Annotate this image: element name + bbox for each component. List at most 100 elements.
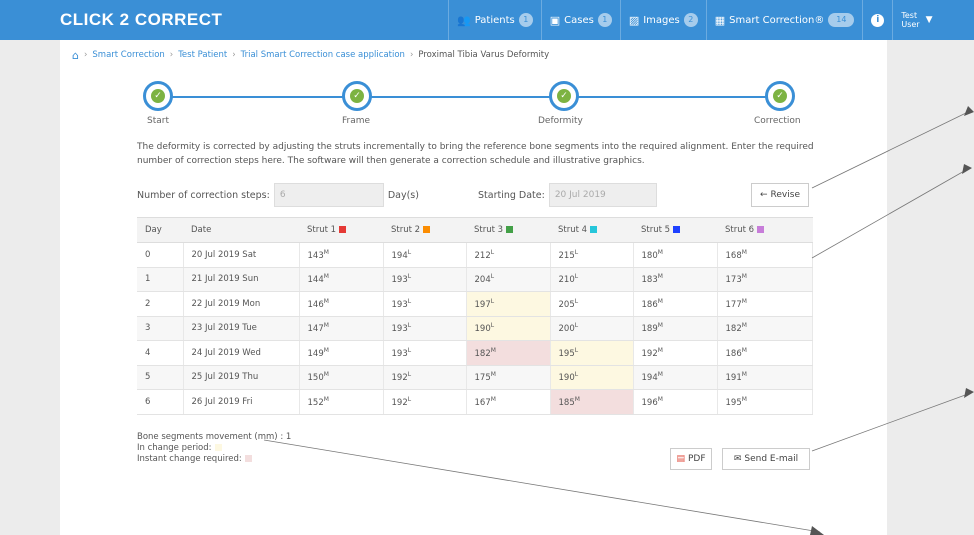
table-cell: 2 <box>137 291 184 317</box>
table-cell: 167M <box>466 389 551 415</box>
nav-patients[interactable]: 👥 Patients 1 <box>448 0 541 40</box>
revise-button[interactable]: ← Revise <box>751 183 809 207</box>
table-cell: 144M <box>299 267 384 292</box>
arrowhead-icon <box>964 388 974 398</box>
table-row: 6 26 Jul 2019 Fri 152M 192L 167M 185M 196M 195M <box>137 389 813 415</box>
legend-instant-change-label: Instant change required: <box>137 454 242 464</box>
cell-value: 144 <box>307 275 324 286</box>
cell-value: 190 <box>474 324 491 335</box>
cell-unit: L <box>407 248 412 256</box>
movement-note: Bone segments movement (mm) : 1 <box>137 432 292 442</box>
breadcrumb-item[interactable]: Smart Correction <box>92 50 164 60</box>
table-cell: 143M <box>299 242 384 268</box>
step-start-marker[interactable]: ✓ <box>143 81 173 111</box>
cell-unit: M <box>657 248 663 256</box>
app-logo[interactable]: CLICK 2 CORRECT <box>60 10 222 30</box>
cell-value: 150 <box>307 373 324 384</box>
column-header-label: Strut 1 <box>307 225 337 235</box>
home-icon[interactable]: ⌂ <box>72 49 79 62</box>
table-cell: 182M <box>466 340 551 366</box>
cell-value: 25 Jul 2019 Thu <box>191 372 259 383</box>
cell-unit: L <box>574 322 579 330</box>
main-panel: ⌂ › Smart Correction › Test Patient › Tr… <box>60 40 887 535</box>
table-cell: 193L <box>383 291 467 317</box>
cell-value: 177 <box>725 299 742 310</box>
cell-unit: M <box>574 395 580 403</box>
cell-unit: L <box>407 395 412 403</box>
briefcase-icon: ▣ <box>549 13 561 27</box>
cell-value: 195 <box>558 348 575 359</box>
column-header-label: Strut 3 <box>474 225 504 235</box>
table-cell: 147M <box>299 316 384 341</box>
cell-unit: L <box>574 371 579 379</box>
breadcrumb-separator: › <box>169 50 174 60</box>
steps-progress-line <box>158 96 780 98</box>
cell-unit: L <box>490 322 495 330</box>
user-last-name: User <box>901 20 920 29</box>
table-row: 3 23 Jul 2019 Tue 147M 193L 190L 200L 189M 182M <box>137 316 813 341</box>
cell-unit: M <box>657 273 663 281</box>
cell-unit: M <box>741 322 747 330</box>
breadcrumb-item[interactable]: Test Patient <box>178 50 227 60</box>
cell-unit: M <box>323 371 329 379</box>
table-cell: 190L <box>466 316 551 341</box>
table-cell: 192L <box>383 389 467 415</box>
nav-images[interactable]: ▨ Images 2 <box>619 0 706 40</box>
legend-change-period-label: In change period: <box>137 443 212 453</box>
send-email-button[interactable]: ✉ Send E-mail <box>722 448 810 470</box>
cell-value: 147 <box>307 324 324 335</box>
cell-value: 3 <box>145 323 151 334</box>
cell-value: 192 <box>641 348 658 359</box>
cell-value: 4 <box>145 347 151 358</box>
cell-value: 182 <box>725 324 742 335</box>
table-cell: 192M <box>633 340 718 366</box>
breadcrumb-item[interactable]: Trial Smart Correction case application <box>241 50 405 60</box>
arrow-left-icon: ← <box>760 190 768 200</box>
cell-value: 6 <box>145 396 151 407</box>
nav-images-label: Images <box>643 14 680 26</box>
table-row: 0 20 Jul 2019 Sat 143M 194L 212L 215L 180M 168M <box>137 242 813 268</box>
correction-steps-input[interactable]: 6 <box>273 183 384 207</box>
table-cell: 23 Jul 2019 Tue <box>183 316 300 341</box>
nav-user-menu[interactable]: Test User ▼ <box>892 0 940 40</box>
table-cell: 168M <box>717 242 813 268</box>
table-cell: 149M <box>299 340 384 366</box>
starting-date-input[interactable]: 20 Jul 2019 <box>548 183 657 207</box>
users-icon: 👥 <box>457 13 471 27</box>
table-row: 2 22 Jul 2019 Mon 146M 193L 197L 205L 186M 177M <box>137 291 813 317</box>
cell-value: 22 Jul 2019 Mon <box>191 298 261 309</box>
cell-value: 215 <box>558 250 575 261</box>
nav-cases[interactable]: ▣ Cases 1 <box>540 0 620 40</box>
pdf-button[interactable]: ▤ PDF <box>670 448 712 470</box>
cell-value: 204 <box>474 275 491 286</box>
step-correction-label: Correction <box>754 116 801 126</box>
cell-unit: M <box>323 273 329 281</box>
breadcrumb-separator: › <box>409 50 414 60</box>
cell-value: 190 <box>558 373 575 384</box>
table-cell: 175M <box>466 365 551 390</box>
step-deformity-marker[interactable]: ✓ <box>549 81 579 111</box>
table-cell: 194M <box>633 365 718 390</box>
cell-unit: M <box>323 322 329 330</box>
nav-info[interactable]: i <box>862 0 892 40</box>
table-cell: 182M <box>717 316 813 341</box>
column-header: Strut 1 <box>299 217 383 243</box>
table-row: 5 25 Jul 2019 Thu 150M 192L 175M 190L 194M 191M <box>137 365 813 390</box>
nav-smart-correction[interactable]: ▦ Smart Correction® 14 <box>705 0 863 40</box>
cell-value: 193 <box>391 299 408 310</box>
step-correction-marker[interactable]: ✓ <box>765 81 795 111</box>
table-cell: 189M <box>633 316 718 341</box>
table-cell: 20 Jul 2019 Sat <box>183 242 300 268</box>
cell-value: 196 <box>641 397 658 408</box>
table-cell: 186M <box>633 291 718 317</box>
cell-unit: L <box>407 322 412 330</box>
nav-menu: 👥 Patients 1 ▣ Cases 1 ▨ Images 2 ▦ Smar… <box>448 0 941 40</box>
step-frame-marker[interactable]: ✓ <box>342 81 372 111</box>
cell-value: 149 <box>307 348 324 359</box>
cell-value: 195 <box>725 397 742 408</box>
envelope-icon: ✉ <box>733 454 742 464</box>
change-period-swatch <box>214 444 222 451</box>
cell-unit: M <box>741 297 747 305</box>
table-cell: 193L <box>383 340 467 366</box>
cell-value: 146 <box>307 299 324 310</box>
